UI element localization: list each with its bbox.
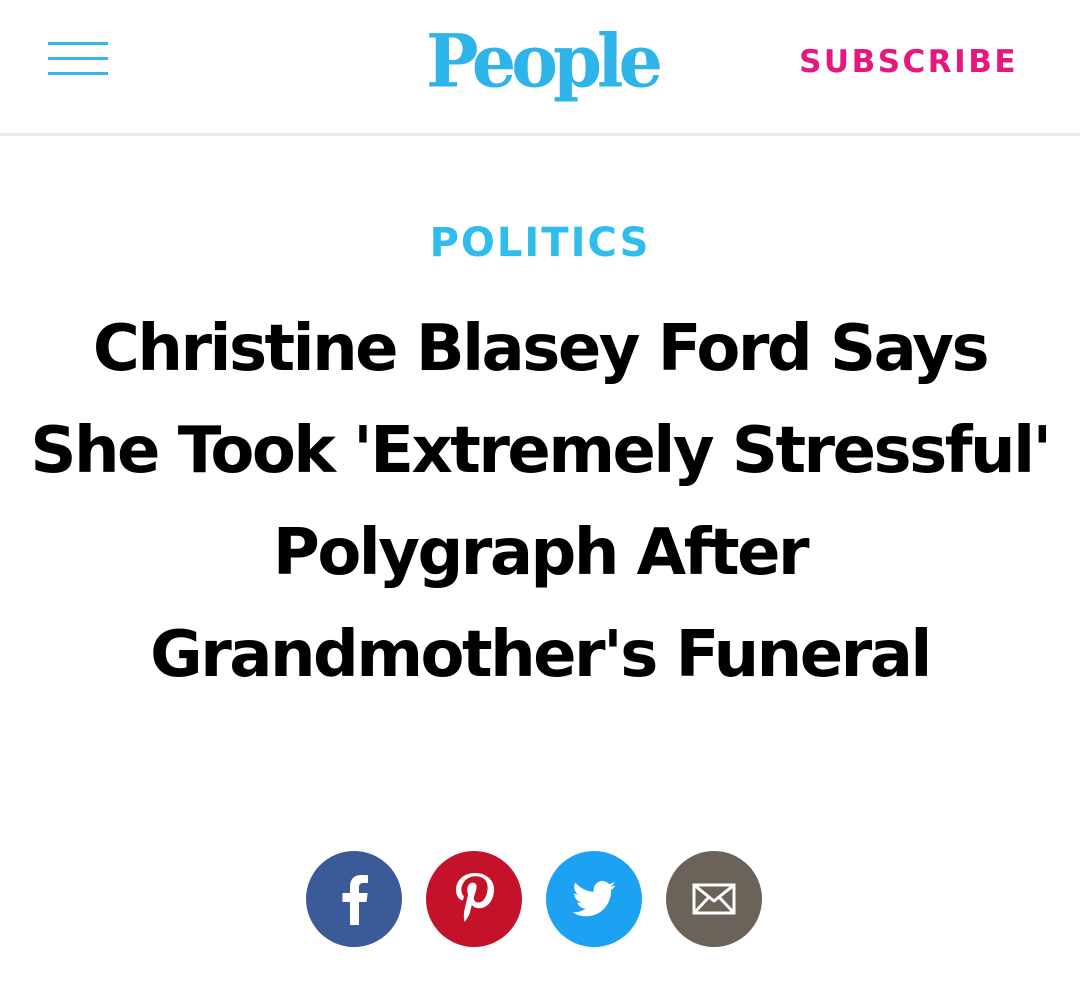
pinterest-icon [456, 873, 495, 922]
subscribe-link[interactable]: SUBSCRIBE [799, 44, 1018, 80]
email-icon [692, 883, 736, 915]
menu-bar [48, 57, 108, 60]
menu-bar [48, 42, 108, 45]
category-label[interactable]: POLITICS [0, 220, 1080, 266]
twitter-icon [572, 881, 616, 917]
facebook-share-button[interactable] [306, 851, 402, 947]
people-logo[interactable]: People [426, 8, 663, 113]
facebook-icon [342, 875, 368, 925]
twitter-share-button[interactable] [546, 851, 642, 947]
share-buttons [306, 851, 762, 947]
email-share-button[interactable] [666, 851, 762, 947]
article-headline: Christine Blasey Ford Says She Took 'Ext… [30, 312, 1052, 692]
site-header: People SUBSCRIBE [0, 0, 1080, 136]
menu-bar [48, 72, 108, 75]
hamburger-menu-icon[interactable] [48, 42, 108, 78]
pinterest-share-button[interactable] [426, 851, 522, 947]
